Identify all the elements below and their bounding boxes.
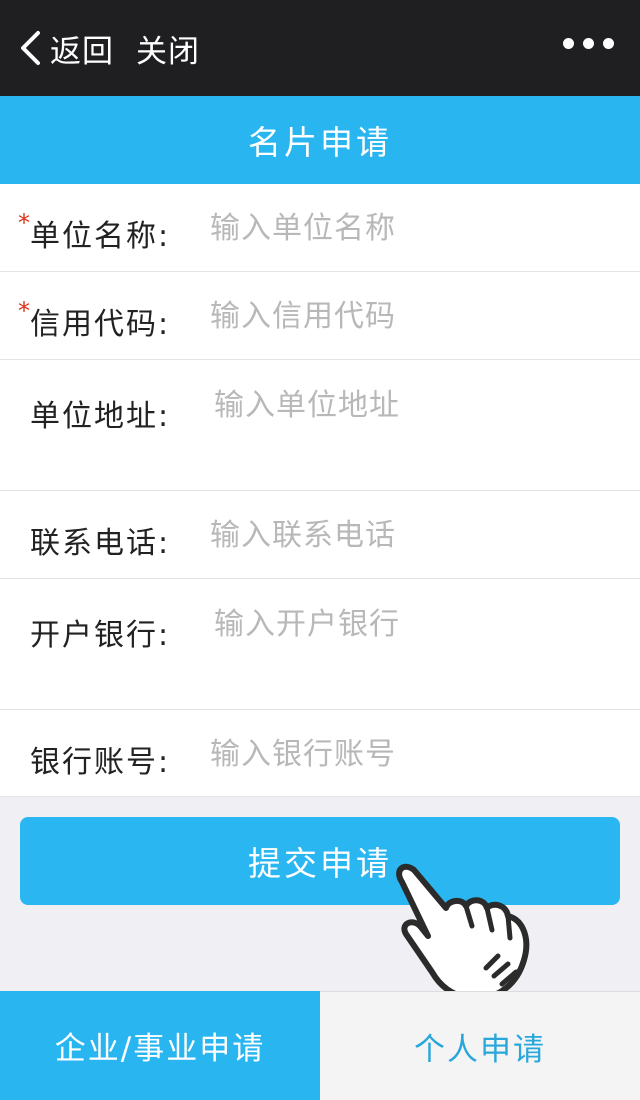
required-mark: * [18, 209, 32, 237]
form-row-bank: 开户银行: [0, 579, 640, 710]
submit-label: 提交申请 [248, 844, 392, 883]
field-label-text: 单位地址: [30, 399, 171, 434]
field-label: * 单位名称: [18, 209, 171, 255]
top-nav-bar: 返回 关闭 [0, 0, 640, 96]
field-label-text: 联系电话: [30, 526, 171, 561]
tab-label: 企业/事业申请 [54, 1031, 266, 1067]
company-address-input[interactable] [214, 384, 614, 464]
dot [583, 38, 594, 49]
back-button[interactable]: 返回 [18, 18, 114, 78]
form-row-phone: 联系电话: [0, 491, 640, 579]
field-label-text: 开户银行: [30, 618, 171, 653]
page-title-bar: 名片申请 [0, 96, 640, 184]
chevron-left-icon [21, 31, 40, 65]
bottom-tab-bar: 企业/事业申请 个人申请 [0, 991, 640, 1100]
dot [603, 38, 614, 49]
pointing-hand-icon [396, 863, 530, 1002]
form-row-bank-account: 银行账号: [0, 710, 640, 797]
dot [563, 38, 574, 49]
close-button[interactable]: 关闭 [136, 26, 200, 71]
field-label-text: 信用代码: [30, 307, 171, 342]
field-label-text: 银行账号: [30, 745, 171, 780]
more-dots-icon[interactable] [563, 38, 614, 49]
company-name-input[interactable] [210, 206, 610, 250]
application-form: * 单位名称: * 信用代码: 单位地址: 联系电话: 开户银行: 银行账号: [0, 184, 640, 797]
back-label: 返回 [50, 33, 114, 70]
form-row-credit-code: * 信用代码: [0, 272, 640, 360]
tab-label: 个人申请 [414, 1031, 546, 1068]
field-label-text: 单位名称: [30, 219, 171, 254]
required-mark: * [18, 297, 32, 325]
phone-input[interactable] [210, 513, 610, 557]
field-label: * 信用代码: [18, 297, 171, 343]
form-row-company-name: * 单位名称: [0, 184, 640, 272]
credit-code-input[interactable] [210, 294, 610, 338]
tab-personal-application[interactable]: 个人申请 [320, 991, 640, 1100]
bank-account-input[interactable] [210, 732, 610, 776]
page-title: 名片申请 [248, 123, 392, 162]
bank-input[interactable] [214, 603, 614, 683]
tab-enterprise-application[interactable]: 企业/事业申请 [0, 991, 320, 1100]
form-row-company-address: 单位地址: [0, 360, 640, 491]
